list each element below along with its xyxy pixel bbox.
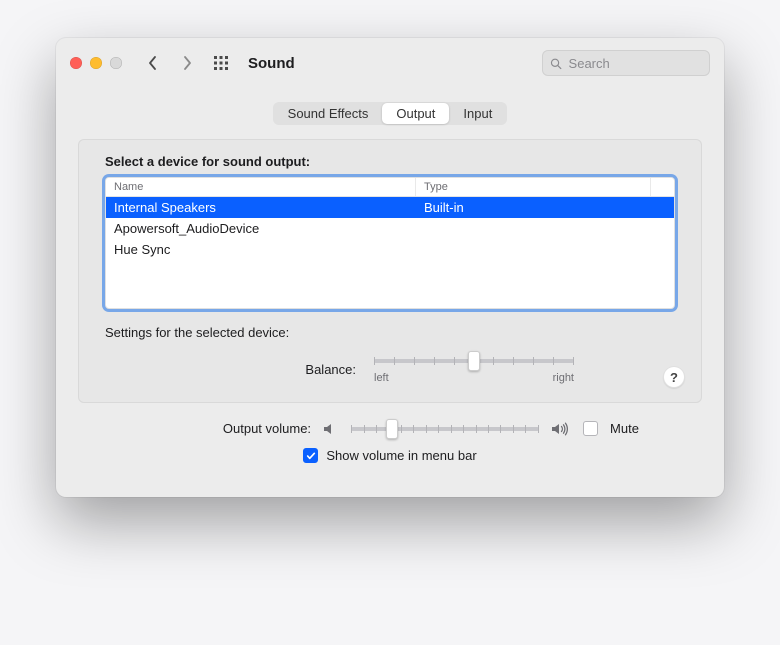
show-all-button[interactable]: [208, 50, 234, 76]
output-panel: Select a device for sound output: Name T…: [78, 139, 702, 403]
device-name: Apowersoft_AudioDevice: [106, 218, 416, 239]
device-row[interactable]: Apowersoft_AudioDevice: [106, 218, 674, 239]
balance-slider-thumb[interactable]: [468, 351, 480, 371]
column-header-type[interactable]: Type: [416, 178, 650, 196]
device-name: Internal Speakers: [106, 197, 416, 218]
balance-slider[interactable]: [374, 354, 574, 368]
tab-output[interactable]: Output: [382, 103, 449, 124]
column-resize-handle[interactable]: [650, 178, 674, 196]
mute-checkbox[interactable]: [583, 421, 598, 436]
device-row[interactable]: Internal SpeakersBuilt-in: [106, 197, 674, 218]
forward-button[interactable]: [174, 50, 200, 76]
show-volume-menubar-checkbox[interactable]: [303, 448, 318, 463]
chevron-right-icon: [181, 55, 193, 71]
device-type: [416, 239, 674, 260]
back-button[interactable]: [140, 50, 166, 76]
device-type: [416, 218, 674, 239]
balance-row: Balance: left right: [105, 354, 675, 384]
device-row[interactable]: Hue Sync: [106, 239, 674, 260]
balance-right-label: right: [553, 372, 574, 384]
sound-preferences-window: Sound Sound Effects Output Input Select …: [56, 38, 724, 497]
device-name: Hue Sync: [106, 239, 416, 260]
mute-label: Mute: [610, 421, 639, 436]
chevron-left-icon: [147, 55, 159, 71]
toolbar: Sound: [56, 38, 724, 88]
settings-for-device-label: Settings for the selected device:: [105, 325, 675, 340]
volume-low-icon: [323, 422, 339, 436]
output-volume-slider[interactable]: [351, 422, 539, 436]
output-volume-label: Output volume:: [141, 421, 311, 436]
search-field[interactable]: [542, 50, 710, 76]
content-area: Sound Effects Output Input Select a devi…: [56, 88, 724, 497]
search-input[interactable]: [567, 55, 702, 72]
output-device-list[interactable]: Name Type Internal SpeakersBuilt-inApowe…: [105, 177, 675, 309]
select-device-label: Select a device for sound output:: [105, 154, 675, 169]
device-type: Built-in: [416, 197, 674, 218]
grid-icon: [213, 55, 229, 71]
volume-slider-thumb[interactable]: [386, 419, 398, 439]
balance-label: Balance:: [206, 362, 356, 377]
window-title: Sound: [242, 55, 295, 72]
zoom-window-button[interactable]: [110, 57, 122, 69]
help-button[interactable]: ?: [663, 366, 685, 388]
search-icon: [550, 57, 562, 70]
balance-left-label: left: [374, 372, 389, 384]
volume-high-icon: [551, 422, 571, 436]
show-volume-menubar-label: Show volume in menu bar: [326, 448, 476, 463]
global-controls: Output volume: Mute: [78, 403, 702, 473]
device-list-header: Name Type: [106, 178, 674, 197]
tab-input[interactable]: Input: [449, 103, 506, 124]
column-header-name[interactable]: Name: [106, 178, 416, 196]
tab-bar: Sound Effects Output Input: [78, 102, 702, 125]
window-controls: [70, 57, 122, 69]
tab-sound-effects[interactable]: Sound Effects: [274, 103, 383, 124]
minimize-window-button[interactable]: [90, 57, 102, 69]
close-window-button[interactable]: [70, 57, 82, 69]
